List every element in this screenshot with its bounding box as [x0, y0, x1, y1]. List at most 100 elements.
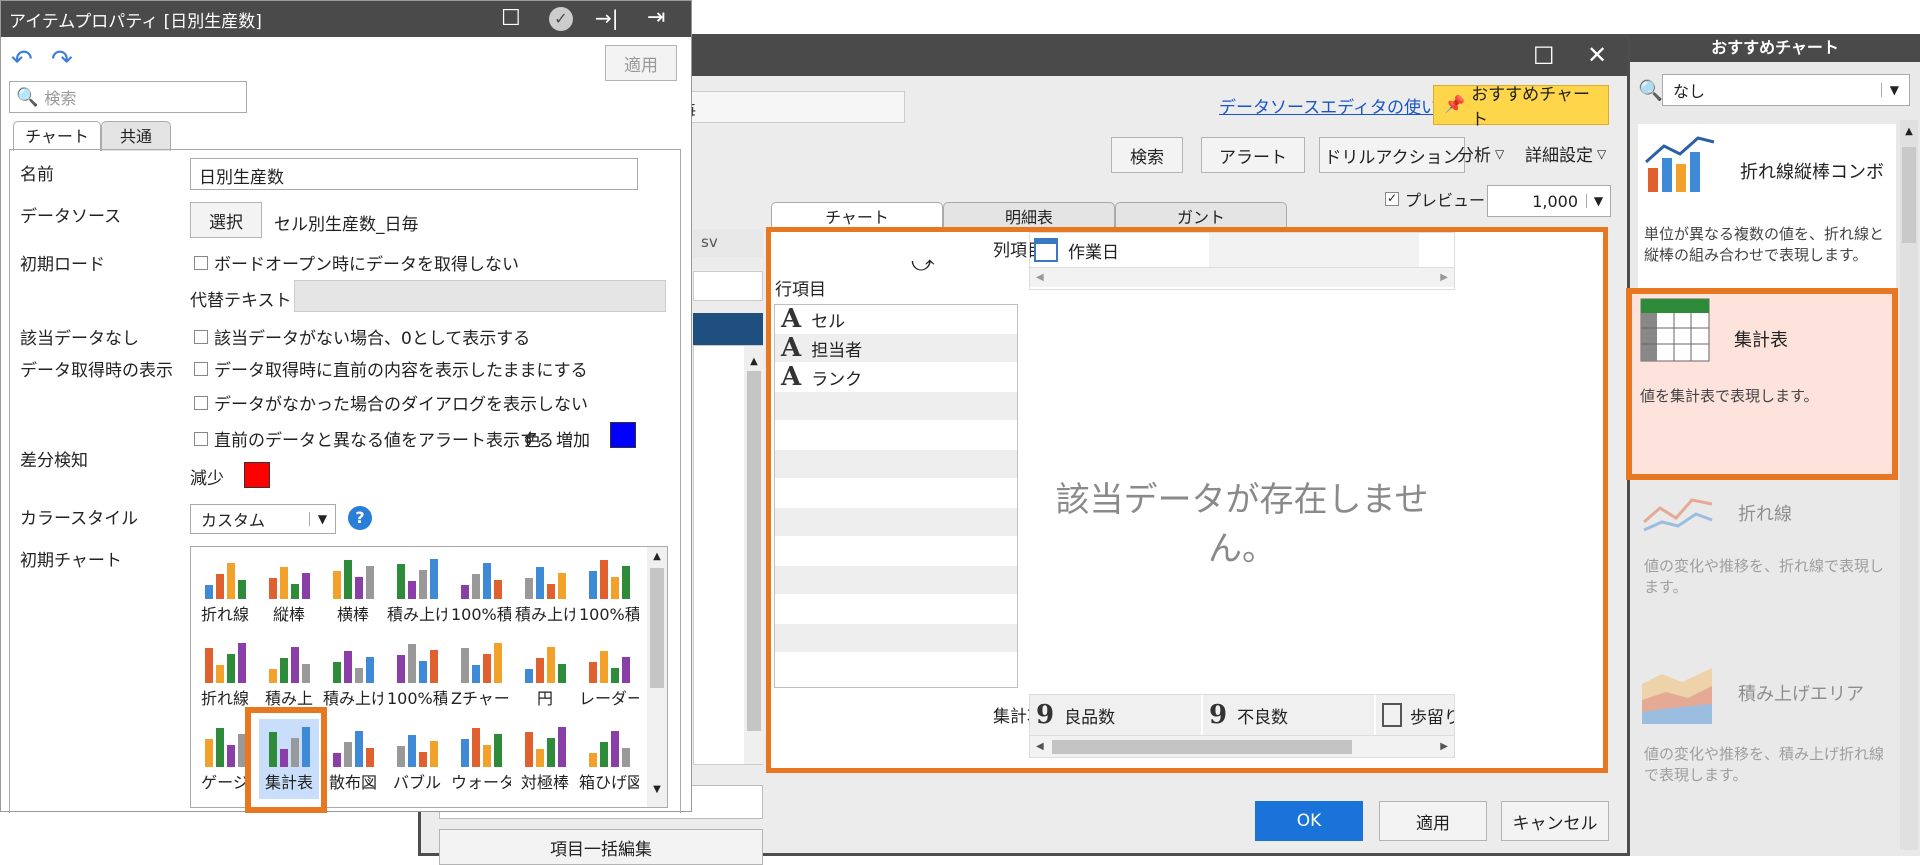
close-button[interactable]: ✕ [1587, 43, 1607, 67]
chart-option-stacked-bar[interactable]: 積み上げ [515, 551, 575, 631]
recommend-filter-select[interactable]: なし ▼ [1662, 74, 1910, 106]
advanced-settings-menu[interactable]: 詳細設定 ▽ [1525, 141, 1606, 166]
keep-content-option[interactable]: データ取得時に直前の内容を表示したままにする [194, 356, 588, 381]
property-search-input[interactable]: 🔍 検索 [9, 81, 247, 113]
chart-option-line[interactable]: 折れ線 [195, 551, 255, 631]
checkbox-icon [194, 255, 208, 270]
scroll-thumb[interactable] [747, 371, 761, 731]
chart-option-z-chart[interactable]: Zチャート [451, 635, 511, 715]
vertical-scrollbar[interactable]: ▲ [744, 346, 764, 764]
exit-icon[interactable]: ⇥ [647, 5, 665, 30]
pin-icon: 📌 [1444, 95, 1466, 115]
chart-option-stacked-area[interactable]: 積み上げ [323, 635, 383, 715]
summary-scrollbar[interactable]: ◀ ▶ [1030, 735, 1454, 757]
chart-option-scatter[interactable]: 散布図 [323, 719, 383, 799]
pin-right-icon[interactable]: →| [595, 6, 619, 30]
alert-button[interactable]: アラート [1201, 137, 1305, 173]
scroll-thumb[interactable] [1902, 147, 1916, 243]
chart-option-label: 円 [536, 689, 553, 708]
filter-field-fragment[interactable] [693, 271, 763, 301]
chart-option-boxplot[interactable]: 箱ひげ図 [579, 719, 639, 799]
redo-icon[interactable]: ↷ [51, 45, 73, 75]
recommend-chart-button[interactable]: 📌 おすすめチャート [1433, 85, 1609, 130]
apply-button[interactable]: 適用 [1379, 801, 1487, 841]
number-field-icon: 9 [1036, 700, 1055, 730]
summary-item[interactable]: 9 不良数 [1202, 695, 1374, 735]
recommend-item-stacked-area[interactable]: 積み上げエリア 値の変化や推移を、積み上げ折れ線で表現します。 [1638, 660, 1896, 830]
chart-option-radar[interactable]: レーダー [579, 635, 639, 715]
tab-chart[interactable]: チャート [13, 121, 101, 151]
chart-option-column[interactable]: 縦棒 [259, 551, 319, 631]
chart-option-stacked100[interactable]: 100%積 [451, 551, 511, 631]
option-label: データがなかった場合のダイアログを表示しない [214, 395, 588, 415]
tab-common[interactable]: 共通 [101, 121, 171, 151]
row-items-list[interactable]: A セル A 担当者 A ランク [774, 304, 1018, 688]
chart-option-waterfall[interactable]: ウォーター [451, 719, 511, 799]
list-item[interactable]: A 担当者 [775, 333, 1017, 363]
decrease-color-swatch[interactable] [244, 462, 270, 488]
chart-option-area100[interactable]: 100%積 [387, 635, 447, 715]
vertical-scrollbar[interactable]: ▲ ▼ [647, 547, 667, 807]
property-panel: 名前 日別生産数 データソース 選択 セル別生産数_日毎 初期ロード ボードオー… [9, 149, 681, 813]
vertical-scrollbar[interactable]: ▲ [1900, 120, 1918, 850]
chart-option-bubble[interactable]: バブル [387, 719, 447, 799]
chart-option-label: 積み上げ [387, 605, 447, 624]
chevron-down-icon: ▼ [653, 784, 661, 795]
recommend-item-line[interactable]: 折れ線 値の変化や推移を、折れ線で表現します。 [1638, 482, 1896, 642]
summary-item[interactable]: 9 良品数 [1030, 695, 1201, 735]
summary-item-label: 歩留り [1409, 707, 1455, 728]
chart-option-pie[interactable]: 円 [515, 635, 575, 715]
recommend-item-pivot-table[interactable]: 集計表 値を集計表で表現します。 [1626, 288, 1898, 480]
chart-option-bar[interactable]: 横棒 [323, 551, 383, 631]
ok-button[interactable]: OK [1255, 801, 1363, 841]
search-button[interactable]: 検索 [1111, 137, 1183, 173]
maximize-icon[interactable]: ☐ [501, 6, 521, 31]
recommend-item-line-bar-combo[interactable]: 折れ線縦棒コンボ 単位が異なる複数の値を、折れ線と縦棒の組み合わせで表現します。 [1638, 124, 1896, 294]
scroll-thumb[interactable] [1051, 739, 1352, 754]
chart-option-line-column[interactable]: 折れ線 [195, 635, 255, 715]
column-item[interactable]: 作業日 [1030, 233, 1454, 267]
increase-color-swatch[interactable] [610, 422, 636, 448]
alt-text-field[interactable] [294, 280, 666, 312]
swap-axes-icon[interactable]: ⤻ [911, 252, 935, 277]
list-item[interactable]: A ランク [775, 362, 1017, 392]
summary-items-box[interactable]: 9 良品数 9 不良数 歩留り ◀ ▶ [1029, 694, 1455, 758]
chevron-right-icon: ▶ [1440, 272, 1448, 283]
apply-button[interactable]: 適用 [605, 45, 677, 81]
select-datasource-button[interactable]: 選択 [190, 202, 262, 238]
chart-option-label: バブル [392, 773, 441, 792]
scroll-thumb[interactable] [650, 568, 664, 688]
maximize-button[interactable]: ☐ [1533, 44, 1555, 68]
chart-option-stacked-line[interactable]: 積み上 [259, 635, 319, 715]
zero-option[interactable]: 該当データがない場合、0として表示する [194, 324, 530, 349]
bulk-edit-button[interactable]: 項目一括編集 [439, 829, 763, 865]
list-item[interactable]: A セル [775, 304, 1017, 334]
line-chart-icon [1643, 498, 1713, 532]
analysis-menu[interactable]: 分析 ▽ [1457, 141, 1504, 166]
check-circle-icon[interactable]: ✓ [549, 7, 573, 31]
name-field[interactable]: 日別生産数 [190, 158, 638, 190]
no-dialog-option[interactable]: データがなかった場合のダイアログを表示しない [194, 390, 588, 415]
summary-item[interactable]: 歩留り [1375, 695, 1455, 735]
column-scrollbar[interactable]: ◀ ▶ [1030, 267, 1454, 287]
column-items-box[interactable]: 作業日 ◀ ▶ [1029, 232, 1455, 290]
checkbox-icon [194, 431, 208, 446]
board-open-option[interactable]: ボードオープン時にデータを取得しない [194, 250, 519, 275]
chart-option-stacked[interactable]: 積み上げ [387, 551, 447, 631]
chevron-up-icon: ▲ [1905, 126, 1913, 137]
pivot-table-icon [1640, 298, 1710, 362]
stacked100-chart-icon [461, 563, 502, 599]
help-link[interactable]: データソースエディタの使い方 [1219, 93, 1455, 118]
empty-row [775, 450, 1017, 479]
preview-count-select[interactable]: 1,000 ▼ [1487, 185, 1611, 217]
color-style-select[interactable]: カスタム ▼ [190, 504, 336, 534]
chart-option-opposite-bar[interactable]: 対極棒 [515, 719, 575, 799]
help-icon[interactable]: ? [348, 506, 372, 530]
chart-option-stacked-bar100[interactable]: 100%積 [579, 551, 639, 631]
preview-toggle[interactable]: ✓ プレビュー [1385, 187, 1485, 211]
datasource-name-field[interactable]: 毎 [671, 91, 905, 123]
undo-icon[interactable]: ↶ [11, 45, 33, 75]
diff-alert-option[interactable]: 直前のデータと異なる値をアラート表示する [194, 426, 554, 451]
drill-action-button[interactable]: ドリルアクション [1319, 137, 1465, 173]
cancel-button[interactable]: キャンセル [1501, 801, 1609, 841]
